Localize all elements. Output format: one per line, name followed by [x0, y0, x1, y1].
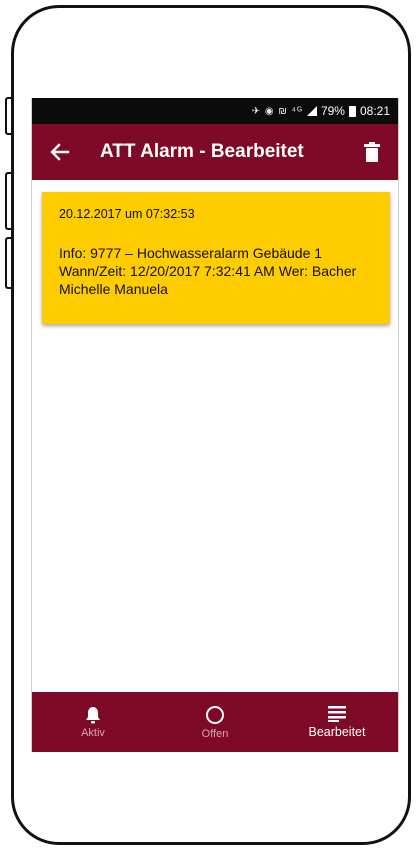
back-button[interactable] — [32, 124, 88, 180]
nav-item-bearbeitet[interactable]: Bearbeitet — [276, 692, 398, 752]
page-title: ATT Alarm - Bearbeitet — [100, 141, 304, 162]
app-bar: ATT Alarm - Bearbeitet — [32, 124, 398, 180]
alarm-card[interactable]: 20.12.2017 um 07:32:53 Info: 9777 – Hoch… — [42, 192, 390, 324]
nav-label-aktiv: Aktiv — [81, 726, 105, 739]
bell-icon — [86, 706, 100, 723]
trash-icon — [364, 142, 380, 162]
bottom-navigation: Aktiv Offen Bearbeitet — [32, 692, 398, 752]
nav-label-bearbeitet: Bearbeitet — [308, 724, 366, 739]
arrow-left-icon — [50, 143, 70, 161]
battery-percent: 79% — [320, 104, 345, 118]
phone-screen: ✈ ◉ ₪ ⁴ᴳ 79% 08:21 ATT Alarm - Bearbeite… — [31, 98, 399, 752]
delete-button[interactable] — [346, 124, 398, 180]
clock: 08:21 — [359, 104, 390, 118]
nav-item-aktiv[interactable]: Aktiv — [32, 692, 154, 752]
network-icons: ✈ ◉ ₪ ⁴ᴳ — [251, 105, 303, 117]
alarm-list: 20.12.2017 um 07:32:53 Info: 9777 – Hoch… — [32, 180, 398, 692]
signal-icon — [306, 106, 317, 116]
alarm-info: Info: 9777 – Hochwasseralarm Gebäude 1 W… — [59, 245, 357, 297]
nav-item-offen[interactable]: Offen — [154, 692, 276, 752]
list-icon — [328, 705, 346, 722]
nav-label-offen: Offen — [201, 727, 229, 740]
battery-icon — [348, 105, 356, 117]
alarm-date: 20.12.2017 um 07:32:53 — [59, 207, 195, 221]
status-bar: ✈ ◉ ₪ ⁴ᴳ 79% 08:21 — [32, 98, 398, 124]
circle-icon — [206, 705, 224, 724]
